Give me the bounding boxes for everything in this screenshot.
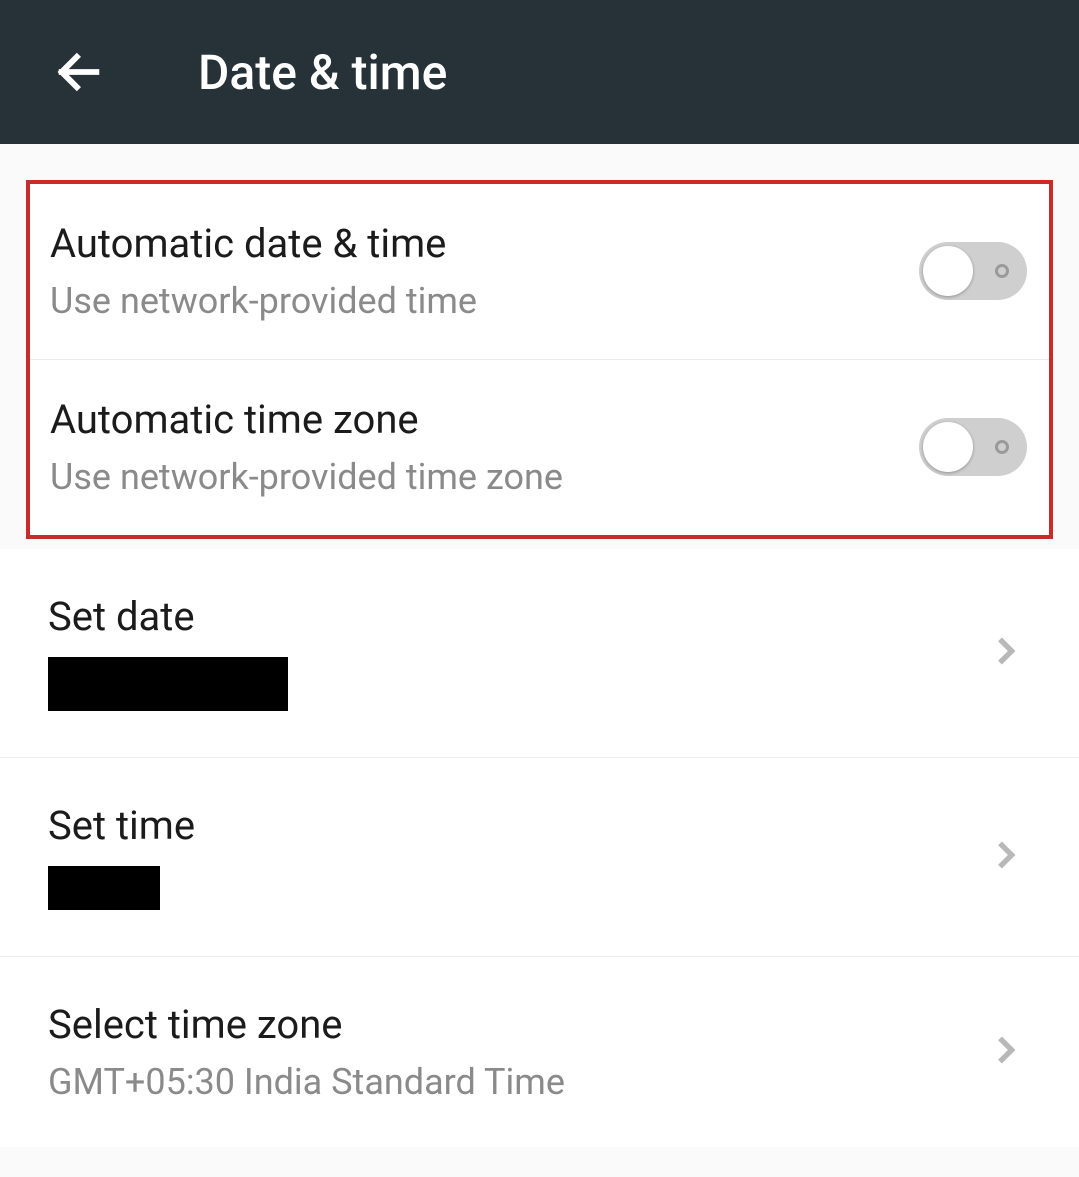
toggle-thumb-icon xyxy=(923,246,973,296)
highlighted-group: Automatic date & time Use network-provid… xyxy=(26,180,1053,539)
automatic-time-zone-toggle[interactable] xyxy=(919,418,1027,476)
page-title: Date & time xyxy=(198,44,447,101)
toggle-thumb-icon xyxy=(923,422,973,472)
row-title: Automatic date & time xyxy=(50,218,919,270)
row-text: Select time zone GMT+05:30 India Standar… xyxy=(48,999,985,1106)
automatic-time-zone-row[interactable]: Automatic time zone Use network-provided… xyxy=(30,360,1049,535)
set-time-row[interactable]: Set time xyxy=(0,758,1079,957)
app-header: Date & time xyxy=(0,0,1079,144)
row-subtitle: Use network-provided time zone xyxy=(50,454,919,501)
row-subtitle: Use network-provided time xyxy=(50,278,919,325)
automatic-date-time-toggle[interactable] xyxy=(919,242,1027,300)
row-subtitle: GMT+05:30 India Standard Time xyxy=(48,1059,985,1106)
row-text: Automatic date & time Use network-provid… xyxy=(50,218,919,325)
select-time-zone-row[interactable]: Select time zone GMT+05:30 India Standar… xyxy=(0,957,1079,1148)
set-date-value-redacted xyxy=(48,657,288,711)
chevron-right-icon xyxy=(985,835,1025,879)
row-text: Set time xyxy=(48,800,985,914)
row-title: Select time zone xyxy=(48,999,985,1051)
row-title: Automatic time zone xyxy=(50,394,919,446)
row-title: Set date xyxy=(48,591,985,643)
settings-list: Automatic date & time Use network-provid… xyxy=(0,144,1079,1147)
row-title: Set time xyxy=(48,800,985,852)
toggle-off-dot-icon xyxy=(995,264,1009,278)
chevron-right-icon xyxy=(985,631,1025,675)
row-text: Set date xyxy=(48,591,985,715)
set-time-value-redacted xyxy=(48,866,160,910)
toggle-off-dot-icon xyxy=(995,440,1009,454)
automatic-date-time-row[interactable]: Automatic date & time Use network-provid… xyxy=(30,184,1049,360)
set-date-row[interactable]: Set date xyxy=(0,549,1079,758)
row-text: Automatic time zone Use network-provided… xyxy=(50,394,919,501)
chevron-right-icon xyxy=(985,1030,1025,1074)
plain-rows: Set date Set time Select time xyxy=(0,549,1079,1148)
back-arrow-icon[interactable] xyxy=(50,43,108,101)
